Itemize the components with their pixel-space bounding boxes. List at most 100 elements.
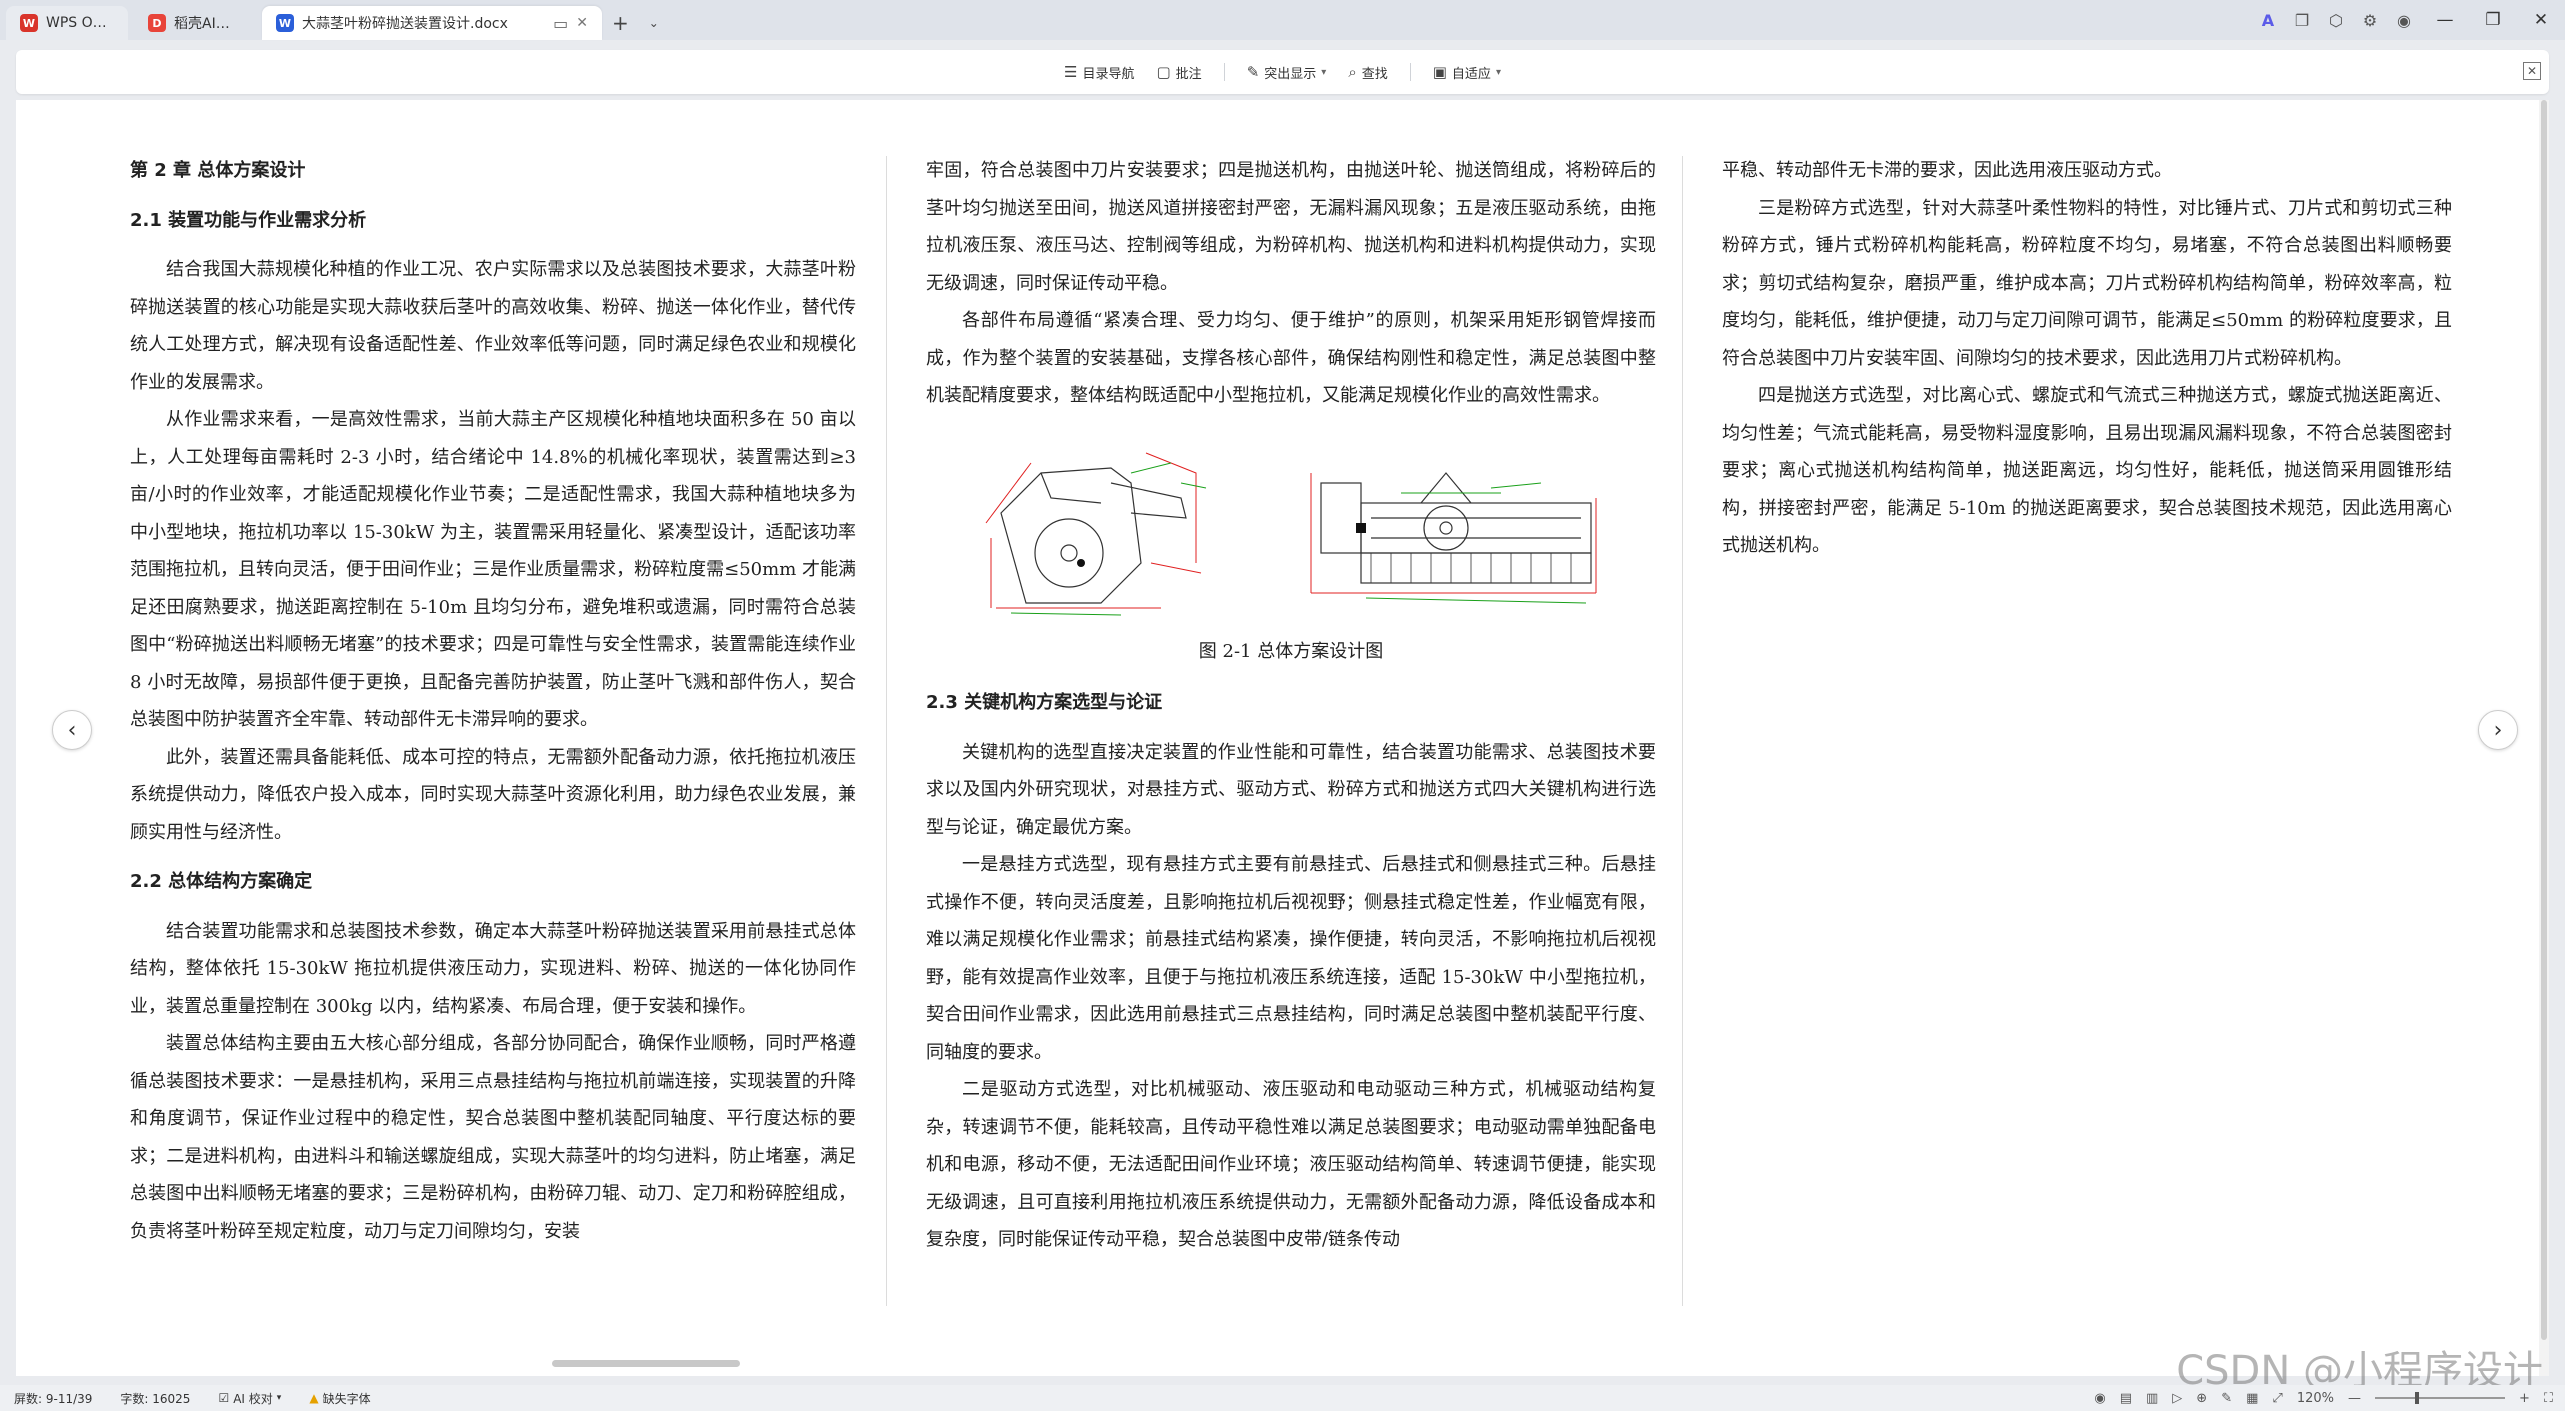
fullscreen-icon[interactable]: ⛶ bbox=[2544, 1391, 2553, 1406]
zoom-slider-knob[interactable] bbox=[2414, 1392, 2419, 1404]
zoom-level[interactable]: 120% bbox=[2297, 1391, 2334, 1406]
close-window-button[interactable]: ✕ bbox=[2517, 10, 2565, 30]
horizontal-scrollbar[interactable] bbox=[552, 1360, 740, 1367]
paragraph: 此外，装置还需具备能耗低、成本可控的特点，无需额外配备动力源，依托拖拉机液压系统… bbox=[130, 746, 856, 843]
chevron-down-icon: ▾ bbox=[1495, 66, 1501, 78]
fit-page-icon: ▣ bbox=[1432, 63, 1447, 81]
cube-icon[interactable]: ⬡ bbox=[2319, 11, 2353, 30]
web-view-icon[interactable]: ⊕ bbox=[2196, 1391, 2207, 1406]
paragraph: 三是粉碎方式选型，针对大蒜茎叶柔性物料的特性，对比锤片式、刀片式和剪切式三种粉碎… bbox=[1722, 197, 2452, 369]
list-icon: ☰ bbox=[1064, 63, 1078, 81]
page-column-1: 第 2 章 总体方案设计 2.1 装置功能与作业需求分析 结合我国大蒜规模化种植… bbox=[130, 152, 856, 1250]
next-page-button[interactable]: › bbox=[2478, 710, 2518, 750]
edit-icon[interactable]: ✎ bbox=[2221, 1391, 2232, 1406]
wps-logo-icon: W bbox=[20, 14, 38, 32]
section-2-2-title: 2.2 总体结构方案确定 bbox=[130, 871, 313, 892]
minimize-button[interactable]: — bbox=[2421, 10, 2469, 30]
chevron-down-icon: ▾ bbox=[1321, 66, 1327, 78]
ai-proofread-label: AI 校对 bbox=[233, 1391, 273, 1406]
paragraph: 二是驱动方式选型，对比机械驱动、液压驱动和电动驱动三种方式，机械驱动结构复杂，转… bbox=[926, 1079, 1656, 1250]
missing-font-button[interactable]: ▲ 缺失字体 bbox=[295, 1390, 384, 1407]
tab-docer-templates[interactable]: D 稻壳AI模板 bbox=[134, 6, 256, 40]
toolbar-divider bbox=[1223, 63, 1225, 81]
zoom-out-button[interactable]: — bbox=[2348, 1391, 2361, 1406]
paragraph: 各部件布局遵循“紧凑合理、受力均匀、便于维护”的原则，机架采用矩形钢管焊接而成，… bbox=[926, 310, 1656, 406]
reading-mode-icon[interactable]: ▦ bbox=[2246, 1391, 2258, 1406]
tab-list-chevron-icon[interactable]: ⌄ bbox=[639, 6, 669, 40]
tab-label: 大蒜茎叶粉碎抛送装置设计.docx bbox=[302, 16, 508, 32]
section-2-1-title: 2.1 装置功能与作业需求分析 bbox=[130, 209, 367, 231]
ai-check-icon: ☑ bbox=[218, 1391, 230, 1405]
toc-nav-button[interactable]: ☰ 目录导航 bbox=[1064, 63, 1134, 82]
toolbar-divider bbox=[1409, 63, 1411, 81]
warning-icon: ▲ bbox=[309, 1391, 319, 1405]
paragraph: 关键机构的选型直接决定装置的作业性能和可靠性，结合装置功能需求、总装图技术要求以… bbox=[926, 741, 1656, 838]
new-tab-button[interactable]: + bbox=[602, 6, 639, 40]
section-2-3-title: 2.3 关键机构方案选型与论证 bbox=[926, 692, 1163, 713]
reading-toolbar: ☰ 目录导航 ▢ 批注 ✎ 突出显示 ▾ ⌕ 查找 ▣ 自适应 ▾ ✕ bbox=[16, 50, 2549, 94]
zoom-in-button[interactable]: + bbox=[2519, 1391, 2530, 1406]
status-right-controls: ◉ ▤ ▥ ▷ ⊕ ✎ ▦ ⤢ 120% — + ⛶ bbox=[2094, 1385, 2553, 1411]
previous-page-button[interactable]: ‹ bbox=[52, 710, 92, 750]
comment-label: 批注 bbox=[1175, 66, 1202, 82]
settings-icon[interactable]: ⚙ bbox=[2353, 11, 2387, 30]
ai-assistant-icon[interactable]: A bbox=[2251, 11, 2285, 30]
close-tab-icon[interactable]: ✕ bbox=[576, 15, 588, 31]
window-layout-icon[interactable]: ❐ bbox=[2285, 11, 2319, 30]
paragraph: 从作业需求来看，一是高效性需求，当前大蒜主产区规模化种植地块面积多在 50 亩以… bbox=[130, 409, 857, 730]
vertical-scrollbar[interactable] bbox=[2539, 100, 2549, 1376]
ai-proofread-button[interactable]: ☑ AI 校对 ▾ bbox=[204, 1390, 295, 1407]
word-count[interactable]: 字数: 16025 bbox=[106, 1390, 204, 1407]
eye-protect-icon[interactable]: ◉ bbox=[2094, 1391, 2105, 1406]
word-count-label: 字数: 16025 bbox=[120, 1391, 191, 1406]
front-view-drawing bbox=[1310, 471, 1597, 603]
page-column-2: 牢固，符合总装图中刀片安装要求；四是抛送机构，由抛送叶轮、抛送筒组成，将粉碎后的… bbox=[926, 152, 1656, 1259]
missing-font-label: 缺失字体 bbox=[322, 1391, 371, 1406]
toc-nav-label: 目录导航 bbox=[1082, 66, 1135, 82]
document-area[interactable]: 第 2 章 总体方案设计 2.1 装置功能与作业需求分析 结合我国大蒜规模化种植… bbox=[16, 100, 2549, 1376]
comment-icon: ▢ bbox=[1156, 63, 1171, 81]
fit-window-icon[interactable]: ⤢ bbox=[2272, 1391, 2282, 1406]
paragraph: 装置总体结构主要由五大核心部分组成，各部分协同配合，确保作业顺畅，同时严格遵循总… bbox=[130, 1033, 856, 1242]
page-column-3: 平稳、转动部件无卡滞的要求，因此选用液压驱动方式。 三是粉碎方式选型，针对大蒜茎… bbox=[1722, 152, 2452, 565]
find-button[interactable]: ⌕ 查找 bbox=[1348, 63, 1387, 82]
paragraph: 一是悬挂方式选型，现有悬挂方式主要有前悬挂式、后悬挂式和侧悬挂式三种。后悬挂式操… bbox=[926, 854, 1656, 1063]
status-bar: 屏数: 9-11/39 字数: 16025 ☑ AI 校对 ▾ ▲ 缺失字体 ◉… bbox=[0, 1385, 2565, 1411]
window-controls: A ❐ ⬡ ⚙ ◉ — ❐ ✕ bbox=[2251, 0, 2565, 40]
tab-label: 稻壳AI模板 bbox=[174, 16, 242, 32]
tab-label: WPS Office bbox=[46, 15, 114, 31]
exit-reading-mode-icon[interactable]: ✕ bbox=[2523, 62, 2541, 80]
chapter-title: 第 2 章 总体方案设计 bbox=[130, 160, 306, 181]
docer-logo-icon: D bbox=[148, 14, 166, 32]
tab-wps-office[interactable]: W WPS Office bbox=[6, 6, 128, 40]
restore-button[interactable]: ❐ bbox=[2469, 10, 2517, 30]
column-divider bbox=[886, 156, 887, 1306]
figure-caption: 图 2-1 总体方案设计图 bbox=[1198, 640, 1384, 662]
paragraph: 牢固，符合总装图中刀片安装要求；四是抛送机构，由抛送叶轮、抛送筒组成，将粉碎后的… bbox=[926, 160, 1656, 294]
comment-button[interactable]: ▢ 批注 bbox=[1156, 63, 1201, 82]
play-icon[interactable]: ▷ bbox=[2172, 1391, 2182, 1406]
figure-2-1 bbox=[926, 443, 1656, 623]
paragraph: 结合装置功能需求和总装图技术参数，确定本大蒜茎叶粉碎抛送装置采用前悬挂式总体结构… bbox=[130, 920, 856, 1017]
column-divider bbox=[1682, 156, 1683, 1306]
zoom-slider[interactable] bbox=[2374, 1392, 2505, 1404]
find-label: 查找 bbox=[1361, 66, 1388, 82]
monitor-icon[interactable]: ▭ bbox=[553, 14, 568, 33]
highlight-label: 突出显示 bbox=[1264, 66, 1317, 82]
tab-document[interactable]: W 大蒜茎叶粉碎抛送装置设计.docx ▭ ✕ bbox=[262, 6, 602, 40]
highlight-button[interactable]: ✎ 突出显示 ▾ bbox=[1247, 63, 1327, 82]
chevron-down-icon: ▾ bbox=[276, 1393, 282, 1403]
page-view-icon[interactable]: ▤ bbox=[2120, 1391, 2132, 1406]
scroll-thumb[interactable] bbox=[2541, 100, 2547, 1340]
outline-view-icon[interactable]: ▥ bbox=[2146, 1391, 2158, 1406]
side-view-drawing bbox=[985, 452, 1207, 615]
title-bar: W WPS Office D 稻壳AI模板 W 大蒜茎叶粉碎抛送装置设计.doc… bbox=[0, 0, 2565, 40]
avatar-icon[interactable]: ◉ bbox=[2387, 11, 2421, 30]
paragraph: 四是抛送方式选型，对比离心式、螺旋式和气流式三种抛送方式，螺旋式抛送距离近、均匀… bbox=[1722, 385, 2452, 556]
fit-width-button[interactable]: ▣ 自适应 ▾ bbox=[1433, 63, 1501, 82]
fit-label: 自适应 bbox=[1451, 66, 1491, 82]
search-icon: ⌕ bbox=[1348, 63, 1357, 81]
page-count-label: 屏数: 9-11/39 bbox=[14, 1391, 93, 1406]
word-doc-icon: W bbox=[276, 14, 294, 32]
page-count[interactable]: 屏数: 9-11/39 bbox=[0, 1390, 106, 1407]
